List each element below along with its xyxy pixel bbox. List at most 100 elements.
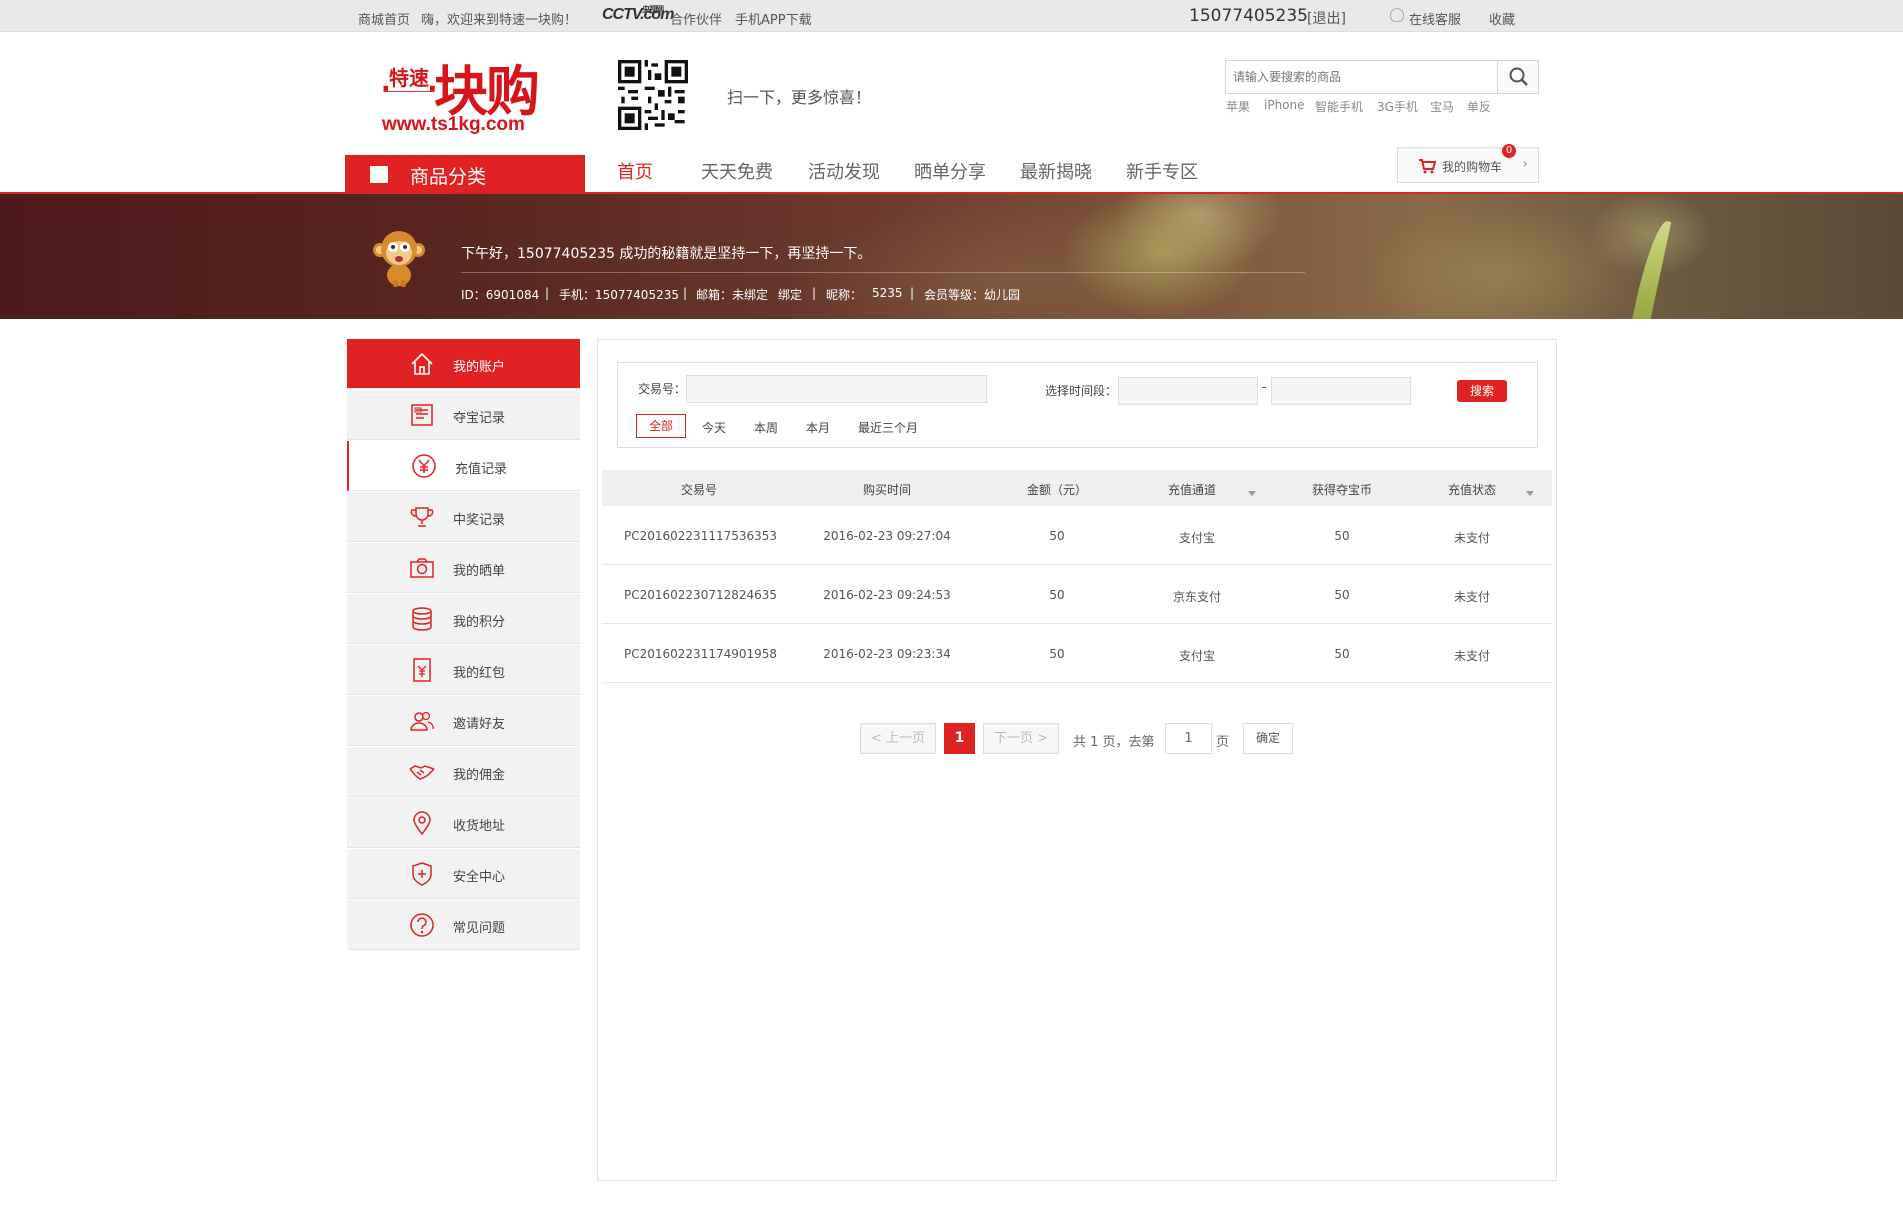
handshake-icon [409,765,435,780]
coins-icon [412,607,432,631]
home-link[interactable]: 商城首页 [358,9,410,28]
quick-range-today[interactable]: 今天 [702,419,726,436]
column-header: 交易号 [680,483,717,497]
nav-daily-free[interactable]: 天天免费 [701,158,773,184]
end-date-input[interactable] [1271,377,1411,405]
trade-no-cell: PC201602231117536353 [624,529,778,543]
sidebar-item-label: 收货地址 [453,819,506,834]
info-separator: | [812,286,817,300]
page-suffix-text: 页 [1216,735,1230,750]
greeting-text: 下午好，15077405235 成功的秘籍就是坚持一下，再坚持一下。 [461,246,872,262]
status-cell: 未支付 [1453,649,1490,663]
sidebar-item-treasure-records[interactable]: 夺宝记录 [347,390,580,440]
menu-icon [370,166,388,183]
bind-email-link[interactable]: 绑定 [778,286,802,303]
nav-home[interactable]: 首页 [617,158,653,184]
chevron-right-icon: › [1522,156,1528,172]
logout-link[interactable]: [退出] [1307,8,1346,28]
nav-newbie[interactable]: 新手专区 [1126,158,1198,184]
site-logo[interactable]: 一块购 特速 www.ts1kg.com [380,54,545,140]
category-menu-button[interactable]: 商品分类 [345,155,585,193]
quick-range-month[interactable]: 本月 [806,419,830,436]
nav-latest[interactable]: 最新揭晓 [1020,158,1092,184]
hot-word[interactable]: 苹果 [1226,98,1250,115]
sidebar-item-commission[interactable]: 我的佣金 [347,747,580,797]
hot-word[interactable]: 宝马 [1430,98,1454,115]
trade-no-label: 交易号： [638,382,687,396]
search-icon [1509,67,1528,86]
sidebar-item-my-account[interactable]: 我的账户 [347,339,580,389]
sidebar-item-invite-friends[interactable]: 邀请好友 [347,696,580,746]
amount-cell: 50 [1049,647,1065,661]
red-packet-icon [413,658,431,682]
app-download-link[interactable]: 手机APP下载 [735,9,812,28]
time-cell: 2016-02-23 09:24:53 [823,588,951,602]
info-separator: | [910,286,915,300]
sidebar-item-label: 常见问题 [453,921,506,936]
amount-cell: 50 [1049,529,1065,543]
hot-word[interactable]: 单反 [1467,98,1491,115]
user-email: 邮箱：未绑定 [696,288,769,302]
hot-word[interactable]: 智能手机 [1315,98,1363,115]
goto-page-button[interactable]: 确定 [1243,723,1293,754]
sidebar-item-label: 我的账户 [453,360,506,375]
sidebar-item-recharge-records[interactable]: 充值记录 [347,441,580,491]
search-records-button[interactable]: 搜索 [1457,380,1507,402]
channel-cell: 支付宝 [1178,649,1215,663]
sidebar-item-label: 我的积分 [453,615,506,630]
nickname-label: 昵称： [826,288,863,302]
sidebar-item-label: 邀请好友 [453,717,506,732]
next-page-button[interactable]: 下一页 > [983,723,1059,754]
chat-icon[interactable] [1390,8,1404,22]
quick-range-all[interactable]: 全部 [636,414,686,438]
status-cell: 未支付 [1453,531,1490,545]
sidebar-item-faq[interactable]: 常见问题 [347,900,580,950]
search-input[interactable] [1226,61,1498,93]
start-date-input[interactable] [1118,377,1258,405]
cctv-logo[interactable]: CCTV.com 央视网 [602,5,674,24]
nav-activities[interactable]: 活动发现 [808,158,880,184]
cart-count-badge: 0 [1502,144,1516,158]
favorite-link[interactable]: 收藏 [1489,9,1515,28]
sidebar-item-my-points[interactable]: 我的积分 [347,594,580,644]
member-level: 会员等级：幼儿园 [924,288,1021,302]
search-button[interactable] [1497,61,1538,93]
column-header[interactable]: 充值通道 [1162,481,1222,498]
sidebar-item-red-packets[interactable]: 我的红包 [347,645,580,695]
sidebar-item-label: 我的晒单 [453,564,506,579]
quick-range-week[interactable]: 本周 [754,419,778,436]
hot-word[interactable]: iPhone [1264,98,1305,112]
partner-link[interactable]: 合作伙伴 [670,9,722,28]
grass-decoration [1630,218,1672,319]
prev-page-button[interactable]: < 上一页 [860,723,936,754]
trade-no-input[interactable] [686,375,987,403]
cart-label: 我的购物车 [1442,160,1503,174]
nav-share[interactable]: 晒单分享 [914,158,986,184]
caret-down-icon[interactable] [1518,486,1534,500]
caret-down-icon[interactable] [1240,486,1256,500]
cart-button[interactable]: 我的购物车 0 › [1397,144,1539,183]
trade-no-cell: PC201602231174901958 [624,647,778,661]
user-phone[interactable]: 15077405235 [1189,6,1308,26]
column-header[interactable]: 充值状态 [1442,481,1502,498]
monkey-avatar-icon[interactable] [372,228,426,288]
category-label: 商品分类 [410,166,487,188]
users-icon [410,711,434,731]
banner-divider [461,272,1305,273]
nickname-value: 5235 [872,286,903,300]
document-icon [411,404,433,426]
sidebar-item-winning-records[interactable]: 中奖记录 [347,492,580,542]
sidebar-item-label: 充值记录 [455,462,508,477]
welcome-text: 嗨，欢迎来到特速一块购！ [421,13,578,28]
current-page-button[interactable]: 1 [944,723,975,754]
coins-cell: 50 [1334,588,1350,602]
table-row: PC201602231117536353 2016-02-23 09:27:04… [602,506,1552,565]
sidebar-item-my-shares[interactable]: 我的晒单 [347,543,580,593]
quick-range-3-months[interactable]: 最近三个月 [858,419,918,436]
hot-word[interactable]: 3G手机 [1377,98,1418,115]
logo-url: www.ts1kg.com [382,114,525,135]
online-service-link[interactable]: 在线客服 [1409,9,1461,28]
sidebar-item-shipping-address[interactable]: 收货地址 [347,798,580,848]
sidebar-item-security-center[interactable]: 安全中心 [347,849,580,899]
page-number-input[interactable]: 1 [1165,723,1212,754]
